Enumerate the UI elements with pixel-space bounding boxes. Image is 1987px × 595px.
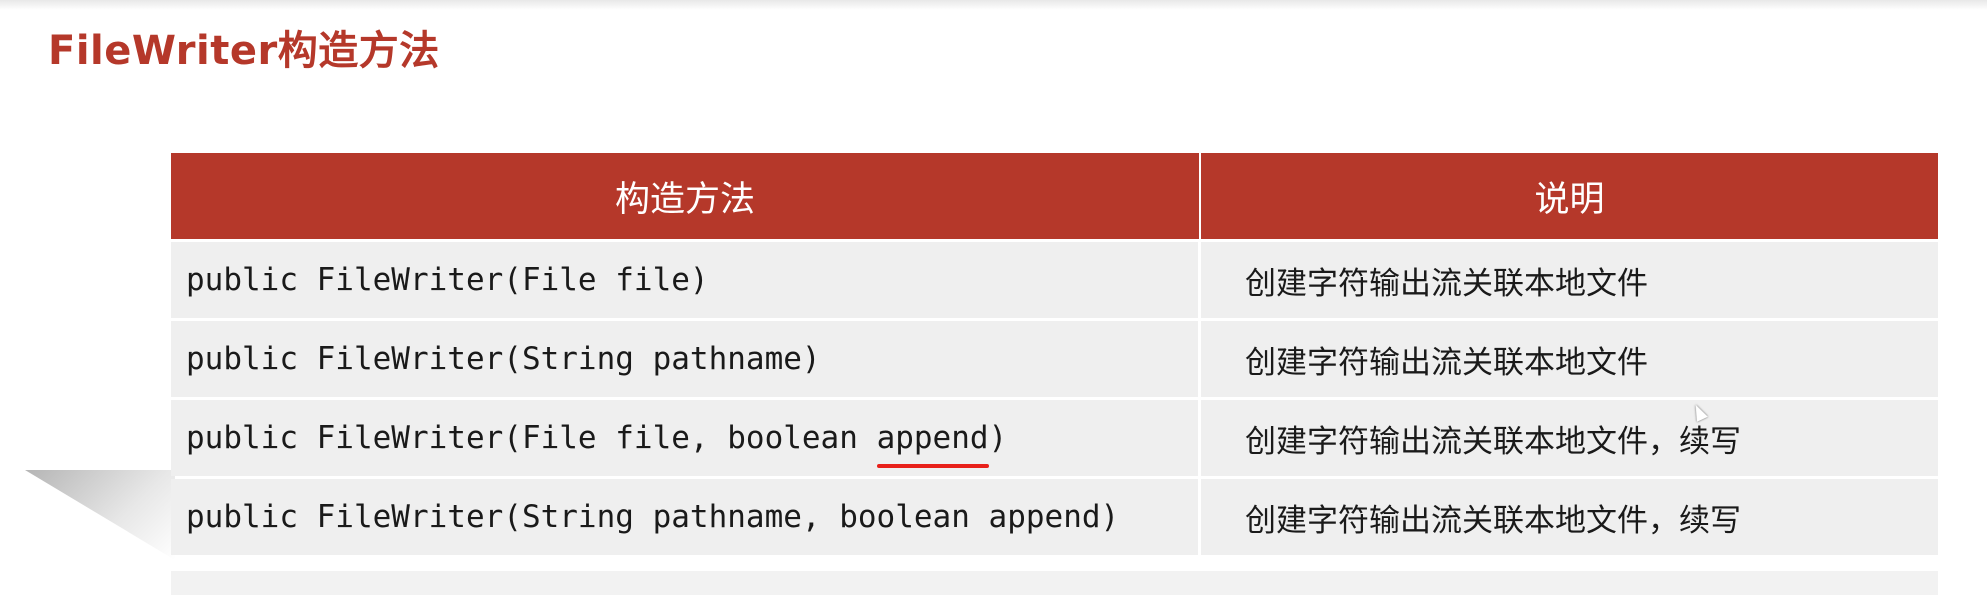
constructor-code: public FileWriter(String pathname, boole… xyxy=(171,479,1201,555)
constructor-code: public FileWriter(File file, boolean app… xyxy=(171,400,1201,476)
code-prefix: public FileWriter(File file, boolean xyxy=(186,420,877,456)
constructor-description: 创建字符输出流关联本地文件，续写 xyxy=(1201,479,1938,555)
table-bottom-strip xyxy=(171,571,1938,595)
shadow-decoration xyxy=(25,470,175,560)
constructor-description: 创建字符输出流关联本地文件 xyxy=(1201,321,1938,397)
constructor-table: 构造方法 说明 public FileWriter(File file) 创建字… xyxy=(171,153,1938,558)
code-suffix: ) xyxy=(988,420,1008,456)
underlined-append: append xyxy=(876,420,989,468)
top-fade xyxy=(0,0,1987,10)
table-row: public FileWriter(String pathname, boole… xyxy=(171,479,1938,555)
header-constructor: 构造方法 xyxy=(171,153,1201,239)
slide-title: FileWriter构造方法 xyxy=(48,28,440,74)
table-row: public FileWriter(File file, boolean app… xyxy=(171,400,1938,476)
header-description: 说明 xyxy=(1534,179,1605,220)
constructor-description: 创建字符输出流关联本地文件 xyxy=(1201,242,1938,318)
table-header: 构造方法 说明 xyxy=(171,153,1938,239)
table-row: public FileWriter(String pathname) 创建字符输… xyxy=(171,321,1938,397)
constructor-description: 创建字符输出流关联本地文件，续写 xyxy=(1201,400,1938,476)
table-row: public FileWriter(File file) 创建字符输出流关联本地… xyxy=(171,242,1938,318)
constructor-code: public FileWriter(String pathname) xyxy=(171,321,1201,397)
constructor-code: public FileWriter(File file) xyxy=(171,242,1201,318)
